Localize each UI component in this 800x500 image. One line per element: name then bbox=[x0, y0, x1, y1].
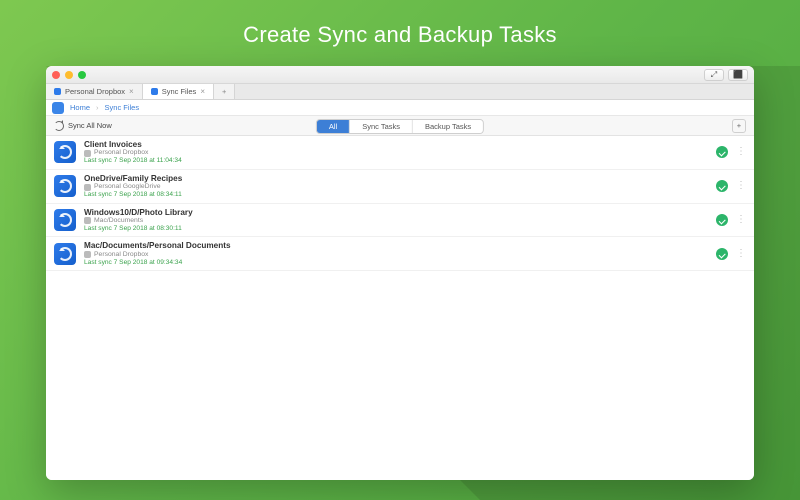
zoom-window-button[interactable] bbox=[78, 71, 86, 79]
chevron-right-icon: › bbox=[96, 103, 99, 112]
service-icon bbox=[84, 184, 91, 191]
tab-label: Sync Files bbox=[162, 87, 197, 96]
new-tab-button[interactable]: + bbox=[214, 84, 235, 99]
app-icon bbox=[52, 102, 64, 114]
task-row[interactable]: Mac/Documents/Personal Documents Persona… bbox=[46, 237, 754, 271]
titlebar-button-2[interactable]: ⬛ bbox=[728, 69, 748, 81]
task-title: Windows10/D/Photo Library bbox=[84, 208, 708, 217]
status-success-icon bbox=[716, 214, 728, 226]
page-heading: Create Sync and Backup Tasks bbox=[0, 22, 800, 48]
task-title: OneDrive/Family Recipes bbox=[84, 174, 708, 183]
task-last-sync: Last sync 7 Sep 2018 at 08:34:11 bbox=[84, 191, 708, 199]
task-last-sync: Last sync 7 Sep 2018 at 08:30:11 bbox=[84, 225, 708, 233]
tab-label: Personal Dropbox bbox=[65, 87, 125, 96]
task-menu-button[interactable]: ⋮ bbox=[736, 149, 744, 155]
task-last-sync: Last sync 7 Sep 2018 at 11:04:34 bbox=[84, 157, 708, 165]
service-icon bbox=[84, 150, 91, 157]
sync-task-icon bbox=[54, 243, 76, 265]
task-row[interactable]: Client Invoices Personal Dropbox Last sy… bbox=[46, 136, 754, 170]
task-title: Mac/Documents/Personal Documents bbox=[84, 241, 708, 250]
status-success-icon bbox=[716, 146, 728, 158]
segment-sync-tasks[interactable]: Sync Tasks bbox=[350, 120, 413, 133]
titlebar-button-1[interactable]: ⤢ bbox=[704, 69, 724, 81]
add-task-button[interactable]: + bbox=[732, 119, 746, 133]
window-controls bbox=[52, 71, 86, 79]
sync-task-icon bbox=[54, 209, 76, 231]
breadcrumb-current: Sync Files bbox=[105, 103, 140, 112]
dropbox-icon bbox=[54, 88, 61, 95]
sync-task-icon bbox=[54, 141, 76, 163]
sync-task-icon bbox=[54, 175, 76, 197]
task-last-sync: Last sync 7 Sep 2018 at 09:34:34 bbox=[84, 259, 708, 267]
segment-backup-tasks[interactable]: Backup Tasks bbox=[413, 120, 483, 133]
task-subtitle: Mac/Documents bbox=[94, 217, 143, 225]
breadcrumb: Home › Sync Files bbox=[46, 100, 754, 116]
status-success-icon bbox=[716, 248, 728, 260]
close-tab-icon[interactable]: × bbox=[129, 87, 134, 96]
task-title: Client Invoices bbox=[84, 140, 708, 149]
tab-personal-dropbox[interactable]: Personal Dropbox × bbox=[46, 84, 143, 99]
reload-icon bbox=[54, 121, 64, 131]
task-row[interactable]: OneDrive/Family Recipes Personal GoogleD… bbox=[46, 170, 754, 204]
segment-all[interactable]: All bbox=[317, 120, 350, 133]
task-subtitle: Personal Dropbox bbox=[94, 149, 148, 157]
task-list: Client Invoices Personal Dropbox Last sy… bbox=[46, 136, 754, 480]
service-icon bbox=[84, 217, 91, 224]
task-menu-button[interactable]: ⋮ bbox=[736, 217, 744, 223]
task-menu-button[interactable]: ⋮ bbox=[736, 183, 744, 189]
close-tab-icon[interactable]: × bbox=[200, 87, 205, 96]
task-subtitle: Personal GoogleDrive bbox=[94, 183, 161, 191]
breadcrumb-home[interactable]: Home bbox=[70, 103, 90, 112]
app-window: ⤢ ⬛ Personal Dropbox × Sync Files × + Ho… bbox=[46, 66, 754, 480]
titlebar: ⤢ ⬛ bbox=[46, 66, 754, 84]
plus-icon: + bbox=[222, 87, 226, 96]
sync-icon bbox=[151, 88, 158, 95]
close-window-button[interactable] bbox=[52, 71, 60, 79]
task-row[interactable]: Windows10/D/Photo Library Mac/Documents … bbox=[46, 204, 754, 238]
task-subtitle: Personal Dropbox bbox=[94, 251, 148, 259]
tab-sync-files[interactable]: Sync Files × bbox=[143, 84, 214, 99]
sync-all-label: Sync All Now bbox=[68, 121, 112, 130]
toolbar: Sync All Now All Sync Tasks Backup Tasks… bbox=[46, 116, 754, 136]
service-icon bbox=[84, 251, 91, 258]
status-success-icon bbox=[716, 180, 728, 192]
task-menu-button[interactable]: ⋮ bbox=[736, 251, 744, 257]
minimize-window-button[interactable] bbox=[65, 71, 73, 79]
tab-bar: Personal Dropbox × Sync Files × + bbox=[46, 84, 754, 100]
task-filter-segmented: All Sync Tasks Backup Tasks bbox=[316, 119, 484, 134]
sync-all-button[interactable]: Sync All Now bbox=[54, 121, 112, 131]
